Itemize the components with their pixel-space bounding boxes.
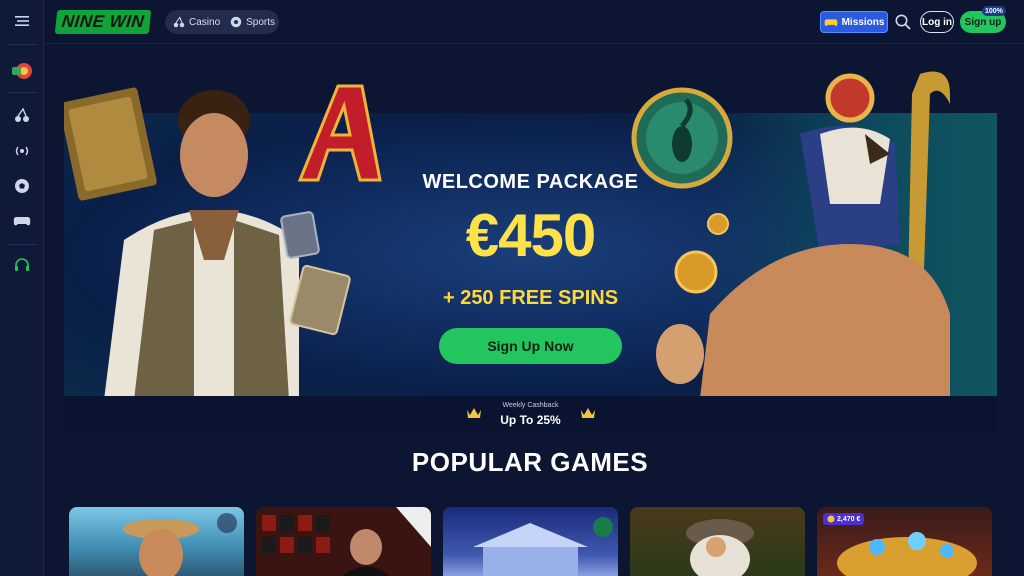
gamepad-icon[interactable] xyxy=(7,206,37,236)
search-icon[interactable] xyxy=(894,13,912,31)
top-header: NINE WIN Casino Sports Missions Log in S… xyxy=(44,0,1024,44)
game-card[interactable] xyxy=(630,507,805,576)
sidebar xyxy=(0,0,44,576)
jackpot-amount: 2,470 € xyxy=(837,515,861,523)
signup-now-button[interactable]: Sign Up Now xyxy=(439,328,622,364)
crown-icon xyxy=(581,408,595,418)
brand-logo[interactable]: NINE WIN xyxy=(54,10,152,34)
cowboy-slot-art xyxy=(123,513,237,576)
brand-logo-text: NINE WIN xyxy=(60,12,146,31)
sidebar-divider xyxy=(8,44,36,45)
login-button[interactable]: Log in xyxy=(920,11,954,33)
missions-button[interactable]: Missions xyxy=(820,11,888,33)
game-card[interactable] xyxy=(256,507,431,576)
headset-icon[interactable] xyxy=(7,250,37,280)
signup-bonus-badge: 100% xyxy=(982,6,1006,16)
hero-amount: €450 xyxy=(465,202,596,269)
promo-wheel-icon[interactable] xyxy=(7,56,37,86)
login-label: Log in xyxy=(922,16,952,28)
hero-title: WELCOME PACKAGE xyxy=(422,171,639,193)
signup-label: Sign up xyxy=(964,16,1002,28)
hero-free-spins: + 250 FREE SPINS xyxy=(442,287,619,309)
cashback-value: Up To 25% xyxy=(500,413,561,427)
coin-icon xyxy=(827,515,835,523)
sidebar-divider xyxy=(8,92,36,93)
game-card[interactable]: 2,470 € xyxy=(817,507,992,576)
roulette-live-art xyxy=(262,507,431,576)
sidebar-divider xyxy=(8,244,36,245)
gnome-slot-art xyxy=(686,519,754,576)
nav-casino-label: Casino xyxy=(189,16,221,28)
popular-games-heading: POPULAR GAMES xyxy=(411,447,649,477)
live-signal-icon[interactable] xyxy=(7,136,37,166)
temple-slot-art xyxy=(473,517,613,576)
cherries-icon xyxy=(173,16,185,28)
menu-icon[interactable] xyxy=(7,6,37,36)
gamepad-icon xyxy=(824,18,838,26)
game-card[interactable] xyxy=(69,507,244,576)
cashback-label: Weekly Cashback xyxy=(502,402,559,409)
cherries-icon[interactable] xyxy=(7,100,37,130)
football-icon xyxy=(230,16,242,28)
cashback-strip[interactable]: Weekly Cashback Up To 25% xyxy=(64,396,997,432)
jackpot-badge: 2,470 € xyxy=(823,513,865,525)
nav-casino[interactable]: Casino xyxy=(173,16,226,28)
main-nav: Casino Sports xyxy=(165,10,279,34)
signup-now-label: Sign Up Now xyxy=(487,338,574,354)
signup-badge-text: 100% xyxy=(985,7,1003,15)
football-icon[interactable] xyxy=(7,171,37,201)
game-card[interactable] xyxy=(443,507,618,576)
nav-sports[interactable]: Sports xyxy=(230,16,281,28)
nav-sports-label: Sports xyxy=(246,16,276,28)
missions-label: Missions xyxy=(841,16,885,28)
hero-content: WELCOME PACKAGE €450 + 250 FREE SPINS Si… xyxy=(64,113,997,396)
